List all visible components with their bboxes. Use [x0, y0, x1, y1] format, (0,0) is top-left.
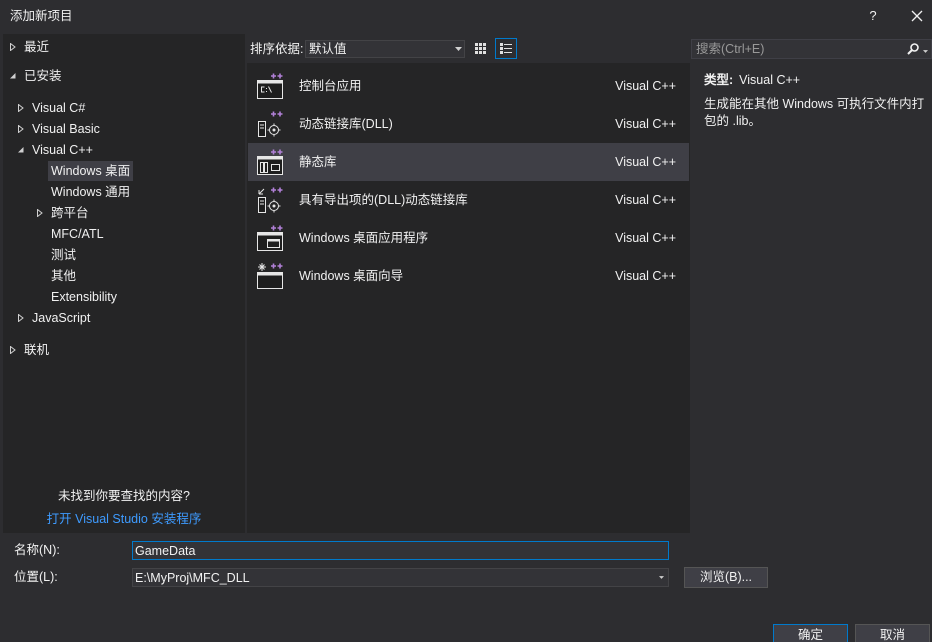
- cancel-button[interactable]: 取消: [855, 624, 930, 642]
- open-installer-link[interactable]: 打开 Visual Studio 安装程序: [3, 511, 245, 527]
- close-button[interactable]: [904, 2, 930, 30]
- template-name: Windows 桌面向导: [299, 269, 404, 283]
- template-item-desktop-wizard[interactable]: Windows 桌面向导 Visual C++: [248, 257, 689, 295]
- browse-button[interactable]: 浏览(B)...: [684, 567, 768, 588]
- template-list: 控制台应用 Visual C++ 动态链接库(DLL) Visual C++ 静…: [247, 63, 690, 533]
- collapsed-arrow-icon[interactable]: [17, 104, 25, 112]
- template-language: Visual C++: [615, 117, 676, 131]
- tree-item-label: Extensibility: [51, 290, 117, 304]
- collapsed-arrow-icon[interactable]: [9, 346, 17, 354]
- search-input[interactable]: [694, 40, 900, 58]
- template-item-dll-exports[interactable]: 具有导出项的(DLL)动态链接库 Visual C++: [248, 181, 689, 219]
- template-name: 静态库: [299, 155, 337, 169]
- add-new-project-dialog: 添加新项目 ? 最近 已安装 Visual C# Visual Basic Vi…: [0, 0, 932, 642]
- tree-item-label: MFC/ATL: [51, 227, 104, 241]
- tree-item-cross-platform[interactable]: 跨平台: [3, 203, 245, 223]
- tree-item-label: Visual C++: [32, 143, 93, 157]
- list-view-icon: [500, 43, 512, 54]
- collapsed-arrow-icon[interactable]: [17, 314, 25, 322]
- template-name: 动态链接库(DLL): [299, 117, 393, 131]
- tree-item-label: 测试: [51, 248, 77, 262]
- project-name-input[interactable]: [132, 541, 669, 560]
- template-details-panel: 类型: Visual C++ 生成能在其他 Windows 可执行文件内打包的 .…: [691, 63, 932, 533]
- name-label: 名称(N):: [14, 543, 60, 557]
- template-category-tree: 最近 已安装 Visual C# Visual Basic Visual C++…: [3, 34, 245, 533]
- template-description: 生成能在其他 Windows 可执行文件内打包的 .lib。: [704, 97, 925, 128]
- tree-item-recent[interactable]: 最近: [3, 37, 245, 57]
- ok-button[interactable]: 确定: [773, 624, 848, 642]
- expanded-arrow-icon[interactable]: [9, 72, 17, 80]
- tree-item-other[interactable]: 其他: [3, 266, 245, 286]
- chevron-down-icon: [455, 47, 462, 51]
- type-label: 类型:: [704, 73, 734, 87]
- location-label: 位置(L):: [14, 570, 58, 584]
- tree-item-label: 最近: [24, 40, 50, 54]
- tree-item-javascript[interactable]: JavaScript: [3, 308, 245, 328]
- search-box: [691, 39, 932, 59]
- template-item-static-library[interactable]: 静态库 Visual C++: [248, 143, 689, 181]
- tree-item-test[interactable]: 测试: [3, 245, 245, 265]
- tree-item-windows-universal[interactable]: Windows 通用: [3, 182, 245, 202]
- list-view-button[interactable]: [495, 38, 517, 59]
- sort-value: 默认值: [309, 42, 347, 56]
- template-item-desktop-app[interactable]: Windows 桌面应用程序 Visual C++: [248, 219, 689, 257]
- tree-item-label: Windows 通用: [51, 185, 131, 199]
- tree-item-label: Visual Basic: [32, 122, 100, 136]
- chevron-down-icon[interactable]: [659, 576, 664, 579]
- template-name: Windows 桌面应用程序: [299, 231, 429, 245]
- template-name: 具有导出项的(DLL)动态链接库: [299, 193, 468, 207]
- desktop-app-icon: [257, 225, 283, 251]
- tree-item-windows-desktop[interactable]: Windows 桌面: [3, 161, 245, 181]
- collapsed-arrow-icon[interactable]: [9, 43, 17, 51]
- tree-item-label: Windows 桌面: [48, 161, 134, 181]
- template-language: Visual C++: [615, 193, 676, 207]
- tree-item-label: 其他: [51, 269, 77, 283]
- dll-exports-icon: [258, 187, 283, 213]
- desktop-wizard-icon: [257, 263, 283, 289]
- tree-item-visual-cpp[interactable]: Visual C++: [3, 140, 245, 160]
- tree-item-visual-csharp[interactable]: Visual C#: [3, 98, 245, 118]
- tree-item-visual-basic[interactable]: Visual Basic: [3, 119, 245, 139]
- template-type: 类型: Visual C++: [704, 72, 800, 88]
- template-language: Visual C++: [615, 155, 676, 169]
- search-icon[interactable]: [907, 43, 919, 55]
- tree-item-label: 联机: [24, 343, 50, 357]
- grid-view-button[interactable]: [471, 39, 489, 58]
- static-library-icon: [257, 149, 283, 175]
- search-options-chevron-icon[interactable]: [923, 50, 928, 53]
- tree-item-label: 已安装: [24, 69, 62, 83]
- sort-dropdown[interactable]: 默认值: [305, 40, 465, 58]
- dll-icon: [258, 111, 283, 137]
- tree-item-label: 跨平台: [51, 206, 89, 220]
- template-language: Visual C++: [615, 79, 676, 93]
- template-item-dll[interactable]: 动态链接库(DLL) Visual C++: [248, 105, 689, 143]
- template-language: Visual C++: [615, 231, 676, 245]
- type-value: Visual C++: [739, 73, 801, 87]
- tree-item-label: Visual C#: [32, 101, 86, 115]
- grid-view-icon: [474, 43, 486, 54]
- location-combobox: [132, 568, 669, 587]
- template-name: 控制台应用: [299, 79, 362, 93]
- collapsed-arrow-icon[interactable]: [17, 125, 25, 133]
- dialog-title: 添加新项目: [10, 9, 73, 23]
- template-language: Visual C++: [615, 269, 676, 283]
- expanded-arrow-icon[interactable]: [17, 146, 25, 154]
- help-button[interactable]: ?: [860, 2, 886, 30]
- tree-item-installed[interactable]: 已安装: [3, 66, 245, 86]
- tree-item-online[interactable]: 联机: [3, 340, 245, 360]
- template-item-console-app[interactable]: 控制台应用 Visual C++: [248, 67, 689, 105]
- collapsed-arrow-icon[interactable]: [36, 209, 44, 217]
- title-bar: 添加新项目 ?: [0, 0, 932, 32]
- tree-item-mfc-atl[interactable]: MFC/ATL: [3, 224, 245, 244]
- location-input[interactable]: [133, 569, 653, 586]
- close-icon: [911, 10, 923, 22]
- tree-item-label: JavaScript: [32, 311, 91, 325]
- sort-label: 排序依据:: [250, 42, 304, 56]
- tree-item-extensibility[interactable]: Extensibility: [3, 287, 245, 307]
- not-found-text: 未找到你要查找的内容?: [58, 489, 190, 503]
- console-app-icon: [257, 73, 283, 99]
